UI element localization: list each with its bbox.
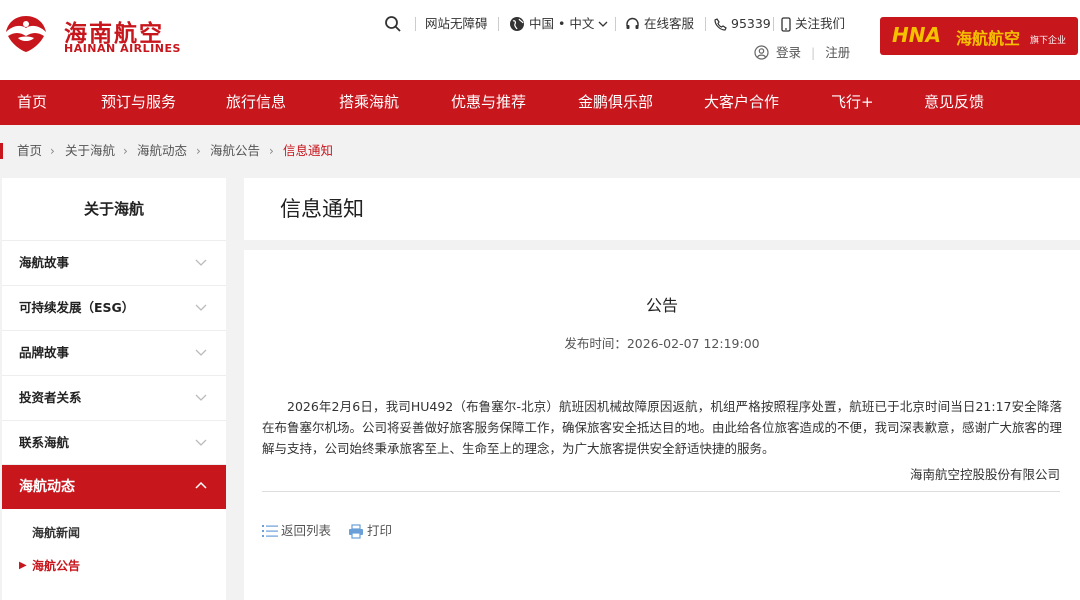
chevron-down-icon [195,304,207,311]
logo-english-text: HAINAN AIRLINES [64,42,181,55]
nav-item-booking[interactable]: 预订与服务 [101,80,176,125]
notice-title: 公告 [645,296,678,315]
sidebar-item-label: 可持续发展（ESG） [19,300,135,315]
breadcrumb-announcements[interactable]: 海航公告 [210,140,260,162]
sidebar-item-contact[interactable]: 联系海航 [2,420,226,465]
breadcrumb-accent [0,143,3,159]
brand-name: 海航航空 [956,29,1021,48]
sidebar-item-label: 品牌故事 [19,345,70,360]
sidebar-subitem-label: 海航新闻 [32,526,81,540]
hna-logo-text: HNA [892,23,941,47]
chevron-down-icon [598,21,608,27]
back-to-list-button[interactable]: 返回列表 [262,522,331,540]
topbar-divider [773,17,774,31]
search-icon [385,16,401,32]
sidebar-title: 关于海航 [83,200,144,218]
content-header: 信息通知 [244,178,1080,240]
region-language-select[interactable]: 中国 • 中文 [509,14,608,34]
nav-item-fortune-wings-club[interactable]: 金鹏俱乐部 [578,80,653,125]
hna-aviation-brand[interactable]: HNA 海航航空 旗下企业 [880,17,1078,55]
notice-content: 公告 发布时间：2026-02-07 12:19:00 2026年2月6日，我司… [244,250,1080,600]
back-to-list-label: 返回列表 [281,523,332,538]
chevron-down-icon [195,394,207,401]
sidebar-item-label: 投资者关系 [19,390,82,405]
print-label: 打印 [367,523,393,538]
phone-number: 95339 [731,16,771,31]
chevron-up-icon [195,481,207,489]
notice-body: 2026年2月6日，我司HU492（布鲁塞尔-北京）航班因机械故障原因返航，机组… [262,399,1063,456]
nav-item-fly-plus[interactable]: 飞行+ [831,80,874,125]
publish-time: 发布时间：2026-02-07 12:19:00 [564,336,760,351]
chevron-down-icon [195,349,207,356]
register-link[interactable]: 注册 [825,45,850,60]
topbar-divider [705,17,706,31]
chevron-right-icon: › [269,144,274,158]
sidebar-item-news[interactable]: 海航动态 [2,464,226,509]
globe-icon [510,17,524,31]
nav-item-offers[interactable]: 优惠与推荐 [451,80,526,125]
login-link[interactable]: 登录 [776,45,801,60]
follow-us-link[interactable]: 关注我们 [781,14,845,34]
nav-item-travel-info[interactable]: 旅行信息 [226,80,286,125]
sidebar-item-label: 海航故事 [19,255,70,270]
phone-icon [714,17,727,31]
breadcrumb-current: 信息通知 [283,143,334,158]
breadcrumb: 首页 › 关于海航 › 海航动态 › 海航公告 › 信息通知 [0,140,1080,162]
follow-us-label: 关注我们 [795,16,846,31]
nav-item-feedback[interactable]: 意见反馈 [924,80,984,125]
phone-link[interactable]: 95339 [714,14,771,34]
online-service-link[interactable]: 在线客服 [625,14,694,34]
sidebar-item-label: 联系海航 [19,435,70,450]
brand-subtitle: 旗下企业 [1030,36,1067,46]
page-title: 信息通知 [280,197,364,221]
user-icon [754,45,769,60]
chevron-right-icon: › [123,144,128,158]
accessibility-label: 网站无障碍 [425,16,488,31]
sidebar-item-esg[interactable]: 可持续发展（ESG） [2,285,226,330]
sidebar-item-brand-story[interactable]: 品牌故事 [2,330,226,375]
breadcrumb-about[interactable]: 关于海航 [65,140,115,162]
sidebar-item-story[interactable]: 海航故事 [2,240,226,285]
topbar-divider [615,17,616,31]
sidebar-item-investor-relations[interactable]: 投资者关系 [2,375,226,420]
sidebar-item-label: 海航动态 [19,479,75,495]
nav-item-corporate[interactable]: 大客户合作 [704,80,779,125]
sidebar-subitem-label: 海航公告 [32,559,81,573]
chevron-down-icon [195,439,207,446]
sidebar: 关于海航 海航故事 可持续发展（ESG） 品牌故事 投资者关系 联系海航 海航动… [2,178,226,600]
search-button[interactable] [384,14,402,34]
login-register-row: 登录 | 注册 [754,42,850,61]
list-icon [262,525,278,537]
online-service-label: 在线客服 [644,16,695,31]
caret-right-icon: ▶ [19,560,27,571]
printer-icon [349,523,363,539]
login-divider: | [810,45,816,60]
content-divider [262,491,1060,492]
breadcrumb-home[interactable]: 首页 [17,140,42,162]
chevron-down-icon [195,259,207,266]
headset-icon [626,17,639,29]
site-header: 海南航空 HAINAN AIRLINES 网站无障碍 中国 • 中文 在线客服 … [0,0,1080,80]
nav-item-home[interactable]: 首页 [17,80,47,125]
notice-signature: 海南航空控股股份有限公司 [909,467,1060,482]
topbar-divider [415,17,416,31]
chevron-right-icon: › [196,144,201,158]
sidebar-subitem-announcements[interactable]: ▶ 海航公告 [2,550,226,582]
topbar-divider [498,17,499,31]
mobile-icon [781,16,791,32]
main-navigation: 首页 预订与服务 旅行信息 搭乘海航 优惠与推荐 金鹏俱乐部 大客户合作 飞行+… [0,80,1080,125]
breadcrumb-news[interactable]: 海航动态 [137,140,187,162]
sidebar-subitem-news[interactable]: 海航新闻 [2,517,226,549]
accessibility-link[interactable]: 网站无障碍 [425,14,488,34]
nav-item-fly-hainan[interactable]: 搭乘海航 [339,80,399,125]
region-language-label: 中国 • 中文 [529,16,595,31]
print-button[interactable]: 打印 [348,522,392,540]
chevron-right-icon: › [50,144,55,158]
